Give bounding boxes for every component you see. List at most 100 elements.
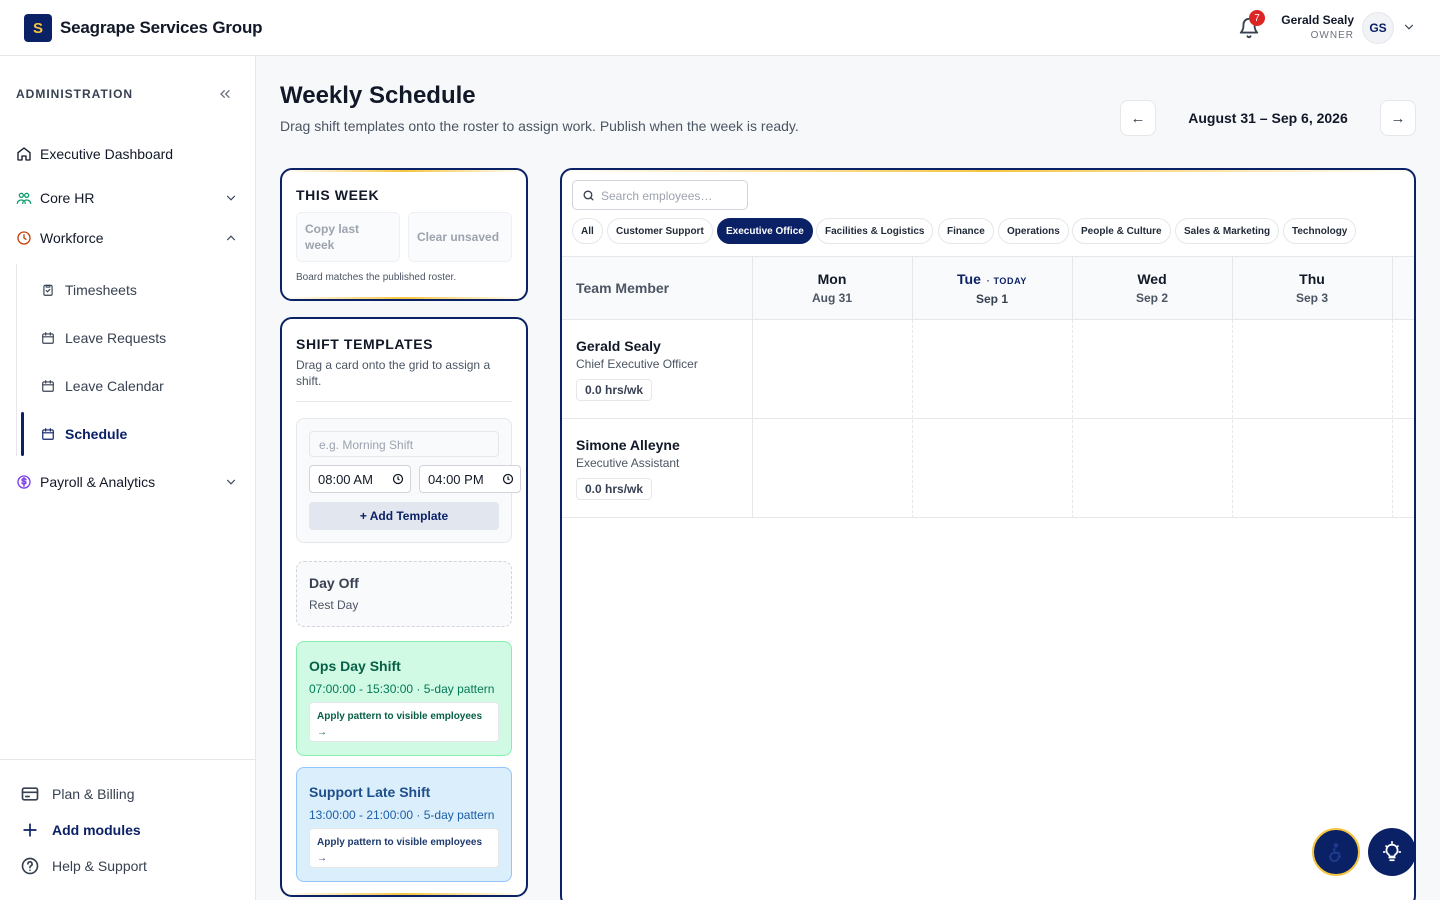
home-icon [17, 147, 31, 161]
apply-pattern-button[interactable]: Apply pattern to visible employees → [309, 828, 499, 868]
plus-icon [23, 823, 37, 837]
clear-unsaved-button[interactable]: Clear unsaved [408, 212, 512, 262]
user-name[interactable]: Gerald Sealy [1281, 13, 1354, 27]
employee-role: Executive Assistant [576, 456, 680, 470]
app-title[interactable]: Seagrape Services Group [60, 18, 263, 38]
gold-accent-line [282, 893, 526, 895]
chevron-down-icon [226, 479, 236, 485]
cell-divider [1232, 320, 1233, 518]
sidebar-item-executive-dashboard[interactable]: Executive Dashboard [16, 140, 240, 168]
row-divider [562, 418, 1414, 419]
day-header-wed: Wed [1137, 271, 1167, 287]
submenu-guide-line [16, 264, 17, 456]
help-support-label: Help & Support [52, 858, 147, 874]
grid-header-row [562, 257, 1414, 320]
day-header-tue: Tue · TODAY [912, 271, 1072, 287]
cell-divider [1392, 320, 1393, 518]
roster-grid-panel: Search employees… All Customer Support E… [560, 168, 1416, 900]
add-template-button[interactable]: + Add Template [309, 502, 499, 530]
filter-chip-people-culture[interactable]: People & Culture [1072, 218, 1171, 244]
search-icon [583, 190, 594, 201]
plan-billing-label: Plan & Billing [52, 786, 135, 802]
sidebar: ADMINISTRATION Executive Dashboard Core … [0, 56, 256, 900]
sidebar-item-label: Workforce [40, 230, 104, 246]
apply-pattern-button[interactable]: Apply pattern to visible employees → [309, 702, 499, 742]
end-time-input[interactable]: 04:00 PM [419, 465, 521, 493]
sidebar-item-label: Timesheets [65, 282, 137, 298]
gold-accent-line [282, 170, 526, 172]
chevron-up-icon [226, 235, 236, 241]
clock-icon [502, 473, 514, 485]
gold-accent-line [562, 170, 1414, 172]
start-time-input[interactable]: 08:00 AM [309, 465, 411, 493]
add-modules-link[interactable]: Add modules [20, 818, 141, 842]
clipboard-icon [43, 284, 53, 296]
avatar[interactable]: GS [1362, 12, 1394, 44]
shift-templates-heading: SHIFT TEMPLATES [296, 336, 434, 352]
sidebar-item-core-hr[interactable]: Core HR [16, 184, 240, 212]
sidebar-item-schedule[interactable]: Schedule [41, 420, 231, 448]
filter-chip-facilities-logistics[interactable]: Facilities & Logistics [816, 218, 934, 244]
filter-chip-all[interactable]: All [572, 218, 603, 244]
brand-logo[interactable]: S [24, 14, 52, 42]
add-modules-label: Add modules [52, 822, 141, 838]
filter-chip-sales-marketing[interactable]: Sales & Marketing [1175, 218, 1280, 244]
sidebar-item-payroll-analytics[interactable]: Payroll & Analytics [16, 468, 240, 496]
sidebar-item-label: Leave Requests [65, 330, 167, 346]
template-card-ops-day-shift[interactable]: Ops Day Shift 07:00:00 - 15:30:00 · 5-da… [296, 641, 512, 756]
plan-billing-link[interactable]: Plan & Billing [20, 782, 135, 806]
search-placeholder: Search employees… [601, 189, 713, 203]
chevron-down-icon[interactable] [1402, 20, 1416, 34]
template-title: Ops Day Shift [309, 658, 401, 674]
help-icon [21, 857, 39, 875]
column-divider [752, 257, 753, 518]
day-date-mon: Aug 31 [811, 291, 852, 305]
filter-chip-finance[interactable]: Finance [938, 218, 994, 244]
filter-chip-technology[interactable]: Technology [1283, 218, 1357, 244]
user-role: OWNER [1310, 30, 1354, 41]
sidebar-item-leave-calendar[interactable]: Leave Calendar [41, 372, 231, 400]
filter-chip-customer-support[interactable]: Customer Support [607, 218, 713, 244]
filter-chip-operations[interactable]: Operations [998, 218, 1069, 244]
column-divider [1392, 257, 1393, 320]
help-support-link[interactable]: Help & Support [20, 854, 147, 878]
sidebar-item-timesheets[interactable]: Timesheets [41, 276, 231, 304]
column-divider [912, 257, 913, 320]
day-header-mon: Mon [817, 271, 847, 287]
end-time-value: 04:00 PM [428, 472, 484, 487]
clock-icon [17, 231, 31, 245]
previous-week-button[interactable]: ← [1120, 100, 1156, 136]
dollar-icon [17, 475, 31, 489]
employee-name: Simone Alleyne [576, 437, 680, 453]
people-icon [16, 192, 32, 204]
sidebar-item-label: Payroll & Analytics [40, 474, 156, 490]
collapse-sidebar-icon[interactable] [216, 86, 234, 102]
template-subtitle: 07:00:00 - 15:30:00 · 5-day pattern [309, 682, 495, 696]
sidebar-item-label: Executive Dashboard [40, 146, 174, 162]
column-divider [1232, 257, 1233, 320]
row-divider [562, 517, 1414, 518]
template-card-support-late-shift[interactable]: Support Late Shift 13:00:00 - 21:00:00 ·… [296, 767, 512, 882]
sidebar-item-leave-requests[interactable]: Leave Requests [41, 324, 231, 352]
notification-count-badge: 7 [1249, 10, 1265, 26]
accessibility-button[interactable] [1312, 828, 1360, 876]
template-card-day-off[interactable]: Day Off Rest Day [296, 561, 512, 627]
cell-divider [1072, 320, 1073, 518]
sidebar-item-workforce[interactable]: Workforce [16, 224, 240, 252]
sidebar-divider [0, 759, 255, 760]
template-title: Day Off [309, 575, 359, 591]
accessibility-icon [1329, 843, 1342, 862]
calendar-icon [42, 428, 54, 440]
tips-button[interactable] [1368, 828, 1416, 876]
template-name-input[interactable]: e.g. Morning Shift [309, 431, 499, 457]
copy-last-week-button[interactable]: Copy last week [296, 212, 400, 262]
filter-chip-executive-office[interactable]: Executive Office [717, 218, 813, 244]
shift-templates-panel: SHIFT TEMPLATES Drag a card onto the gri… [280, 317, 528, 897]
next-week-button[interactable]: → [1380, 100, 1416, 136]
page-title: Weekly Schedule [280, 82, 476, 109]
calendar-icon [42, 332, 54, 344]
this-week-heading: THIS WEEK [296, 187, 380, 203]
page-subtitle: Drag shift templates onto the roster to … [280, 118, 799, 134]
search-employees-input[interactable]: Search employees… [572, 180, 748, 210]
sidebar-item-label: Schedule [65, 426, 128, 442]
